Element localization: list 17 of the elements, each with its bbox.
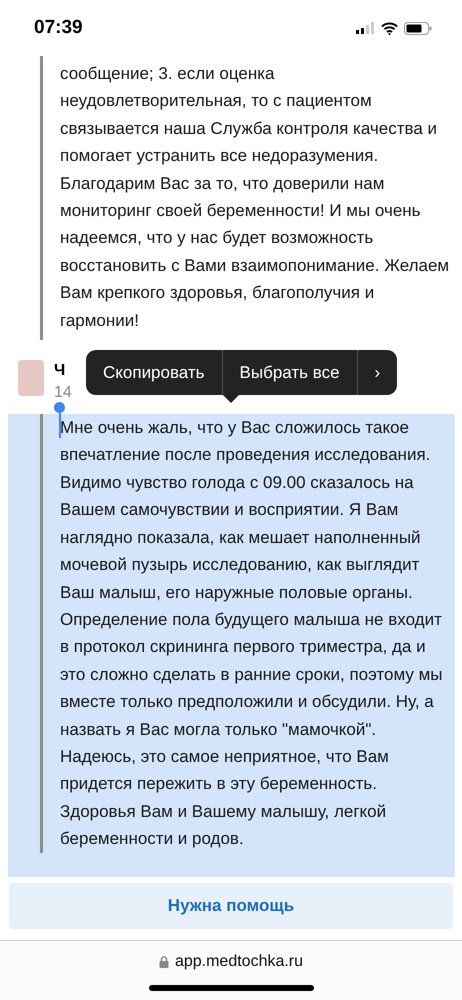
reply-text: сообщение; 3. если оценка неудовлетворительная, то с пациентом связывается наша Служба контроля качества и помогает устранить все недоразумения. Благодарим Вас за то, что доверили нам мониторинг своей беременности! И мы очень надеемся, что у нас будет возможность восстановить с Вами взаимопонимание. Желаем Вам крепкого здоровья, благополучия и гармонии!	[60, 63, 450, 332]
help-button[interactable]: Нужна помощь	[9, 882, 453, 929]
author-name: Ч	[54, 361, 66, 382]
comment-date: 14	[54, 383, 72, 404]
menu-item[interactable]: Скопировать	[86, 350, 222, 396]
battery-icon	[404, 22, 432, 34]
url-text[interactable]: app.medtochka.ru	[174, 953, 304, 971]
menu-item[interactable]: Выбрать все	[222, 350, 357, 396]
signal-icon	[356, 22, 375, 34]
lock-icon	[158, 956, 169, 968]
clock-time: 07:39	[34, 17, 83, 39]
wifi-icon	[381, 22, 398, 34]
menu-item[interactable]: ›	[356, 350, 398, 396]
avatar-photo-placeholder	[18, 360, 44, 396]
selection-start-knob[interactable]	[54, 402, 65, 414]
selection-start-handle[interactable]	[59, 410, 61, 438]
comment-text: Мне очень жаль, что у Вас сложилось такое впечатление после проведения исследования. Видимо чувство голода с 09.00 сказалось на Вашем самочувствии и восприятии. Я Вам наглядно показала, как мешает наполненный мочевой пузырь исследованию, как выглядит Ваш малыш, его наружные половые органы. Определение пола будущего малыша не входит в протокол скрининга первого триместра, да и это сложно сделать в ранние сроки, поэтому мы вместе только предположили и обсудили. Ну, а назвать я Вас могла только "мамочкой". Надеюсь, это самое неприятное, что Вам придется пережить в эту беременность. Здоровья Вам и Вашему малышу, легкой беременности и родов.	[60, 417, 444, 850]
